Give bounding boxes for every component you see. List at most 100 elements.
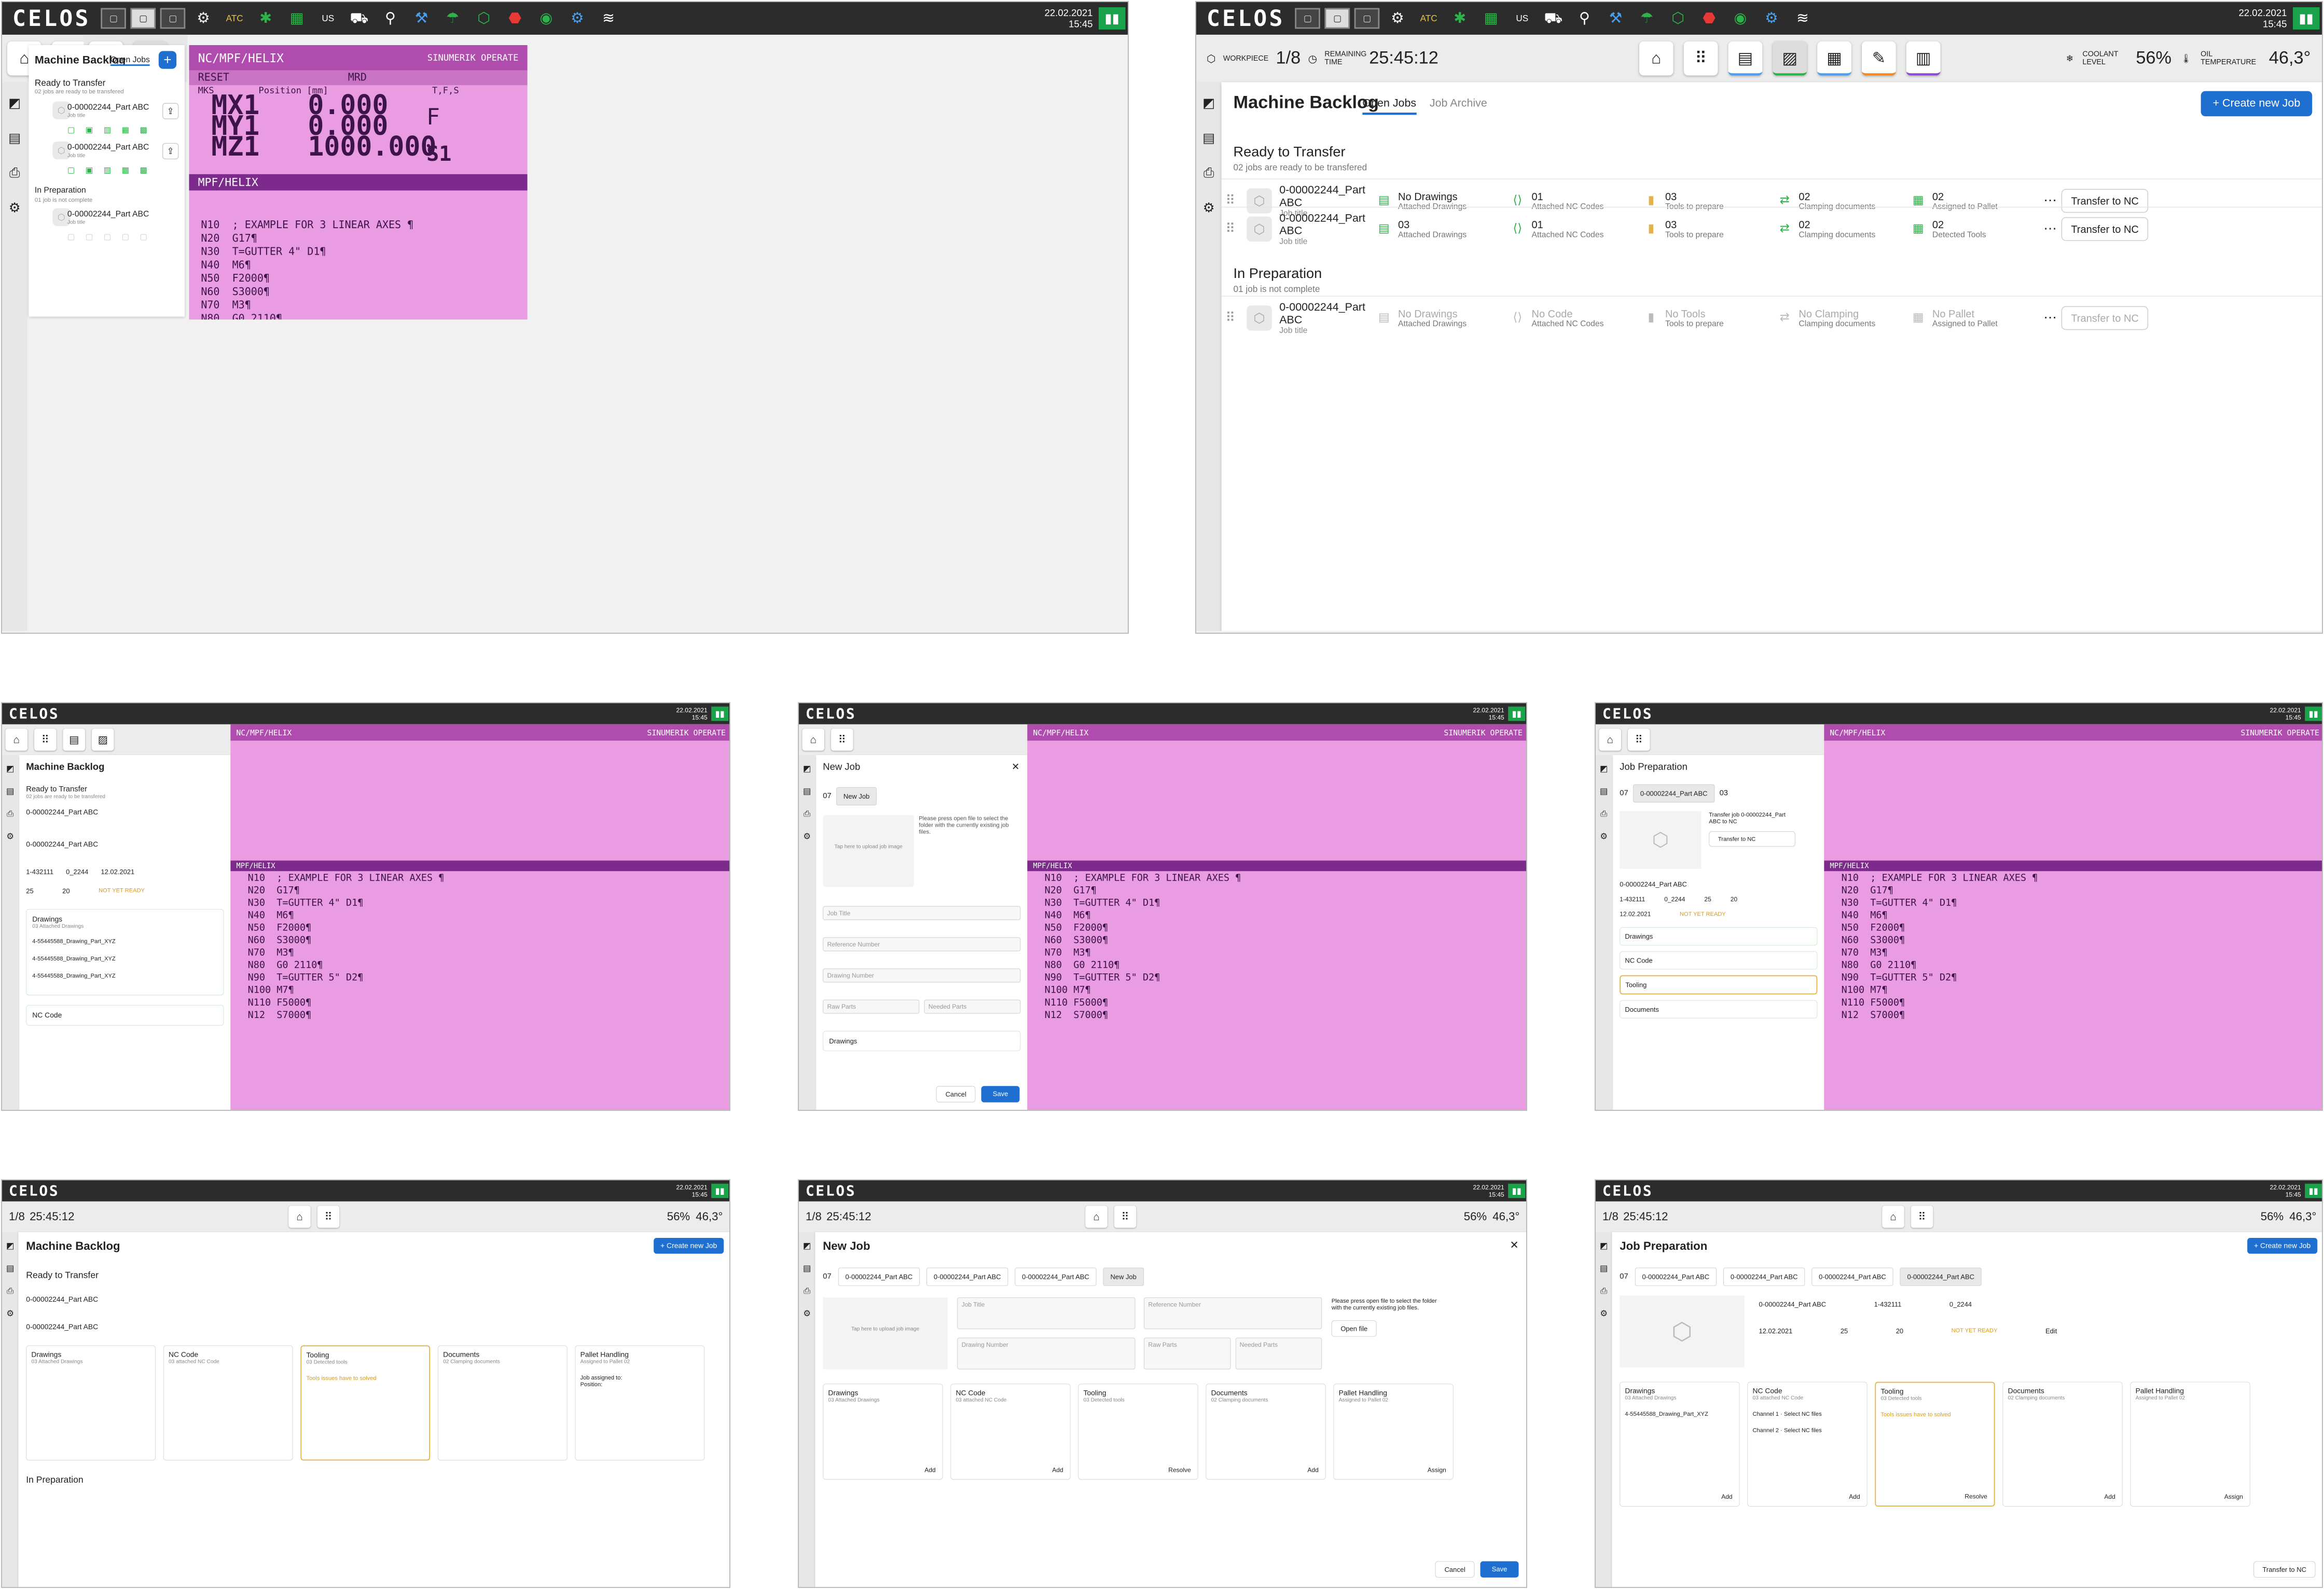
- create-job-button[interactable]: + Create new Job: [2201, 91, 2313, 117]
- documents-section[interactable]: Documents: [1620, 1000, 1818, 1019]
- rail-jobs-icon[interactable]: ▤: [6, 786, 15, 796]
- create-job-button[interactable]: + Create new Job: [654, 1238, 724, 1254]
- close-icon[interactable]: ✕: [1012, 761, 1020, 773]
- add-button[interactable]: Add: [1307, 1466, 1318, 1473]
- drawings-section[interactable]: Drawings: [823, 1030, 1021, 1051]
- home-button[interactable]: ⌂: [802, 729, 825, 751]
- raw-parts-field[interactable]: Raw Parts: [1144, 1337, 1231, 1370]
- add-button[interactable]: Add: [1849, 1493, 1860, 1500]
- close-icon[interactable]: ✕: [1510, 1239, 1518, 1251]
- side-job-row-3[interactable]: ⬡ 0-00002244_Part ABC Job title ▢▢▢▢▢: [35, 208, 178, 244]
- apps-grid-button[interactable]: ⠿: [1683, 41, 1718, 76]
- drag-handle-icon[interactable]: ⠿: [1222, 221, 1239, 236]
- home-button[interactable]: ⌂: [1639, 41, 1673, 76]
- open-file-button[interactable]: Open file: [1331, 1320, 1377, 1337]
- add-job-button[interactable]: +: [158, 51, 177, 69]
- resolve-button[interactable]: Resolve: [1168, 1466, 1191, 1473]
- drawing-file[interactable]: 4-55445588_Drawing_Part_XYZ: [32, 972, 217, 979]
- drag-handle-icon[interactable]: ⠿: [1222, 193, 1239, 208]
- transfer-to-nc-button[interactable]: Transfer to NC: [2061, 305, 2149, 330]
- tooling-tile[interactable]: Tooling 03 Detected tools Tools issues hav…: [300, 1345, 431, 1461]
- app-calculator-button[interactable]: ▦: [1817, 41, 1851, 76]
- nc-code-section[interactable]: NC Code: [26, 1005, 224, 1026]
- home-button[interactable]: ⌂: [288, 1206, 311, 1228]
- apps-grid-button[interactable]: ⠿: [1911, 1206, 1933, 1228]
- job-title-field[interactable]: Job Title: [957, 1297, 1136, 1329]
- more-icon[interactable]: ⋯: [2043, 310, 2061, 326]
- mode-button-2[interactable]: ▢: [130, 8, 156, 29]
- rail-dashboard-icon[interactable]: ◩: [8, 95, 21, 111]
- transfer-icon[interactable]: ⇪: [162, 103, 179, 119]
- rail-settings-icon[interactable]: ⚙: [6, 831, 14, 841]
- app-table-button[interactable]: ▥: [1906, 41, 1941, 76]
- add-button[interactable]: Add: [924, 1466, 935, 1473]
- rail-printer-icon[interactable]: ⎙: [7, 809, 13, 819]
- app-machine-button[interactable]: ▨: [1773, 41, 1807, 76]
- add-button[interactable]: Add: [1721, 1493, 1732, 1500]
- rail-printer-icon[interactable]: ⎙: [9, 165, 20, 181]
- job-title[interactable]: 0-00002244_Part ABC: [26, 809, 224, 817]
- pallet-tile[interactable]: Pallet Handling Assigned to Pallet 02 Job …: [575, 1345, 705, 1461]
- machine-icon[interactable]: ⚙: [190, 7, 216, 30]
- rail-dashboard-icon[interactable]: ◩: [6, 764, 15, 774]
- side-job-row-2[interactable]: ⬡ 0-00002244_Part ABC Job title ▢▣▥▦▩ ⇪: [35, 141, 179, 177]
- apps-grid-button[interactable]: ⠿: [1627, 729, 1650, 751]
- nc-code-tile[interactable]: NC Code 03 attached NC Code: [163, 1345, 293, 1461]
- resolve-button[interactable]: Resolve: [1965, 1493, 1987, 1500]
- job-row[interactable]: ⠿ ⬡ 0-00002244_Part ABC Job title ▤ 03 Attache…: [1221, 206, 2322, 250]
- rail-settings-icon[interactable]: ⚙: [9, 200, 21, 216]
- tooling-section[interactable]: Tooling: [1620, 975, 1818, 995]
- job-row[interactable]: ⠿ ⬡ 0-00002244_Part ABC Job title ▤ No Drawin…: [1221, 296, 2322, 339]
- more-icon[interactable]: ⋯: [2043, 193, 2061, 208]
- drawing-number-field[interactable]: Drawing Number: [823, 968, 1021, 983]
- needed-parts-field[interactable]: Needed Parts: [1235, 1337, 1322, 1370]
- rail-printer-icon[interactable]: ⎙: [1204, 165, 1214, 181]
- raw-parts-field[interactable]: Raw Parts: [823, 999, 920, 1014]
- create-job-button[interactable]: + Create new Job: [2247, 1238, 2318, 1254]
- more-icon[interactable]: ⋯: [2043, 221, 2061, 236]
- mode-button-1[interactable]: ▢: [1295, 8, 1321, 29]
- transfer-to-nc-button[interactable]: Transfer to NC: [1709, 831, 1795, 847]
- select-nc-files-button[interactable]: Select NC files: [1784, 1411, 1822, 1417]
- assign-button[interactable]: Assign: [1428, 1466, 1446, 1473]
- drawing-file[interactable]: 4-55445588_Drawing_Part_XYZ: [32, 955, 217, 962]
- nc-code-section[interactable]: NC Code: [1620, 951, 1818, 970]
- drawings-section[interactable]: Drawings 03 Attached Drawings 4-55445588…: [26, 909, 224, 996]
- mode-button-3[interactable]: ▢: [160, 8, 186, 29]
- cancel-button[interactable]: Cancel: [1435, 1561, 1475, 1578]
- drawing-file[interactable]: 4-55445588_Drawing_Part_XYZ: [32, 938, 217, 944]
- add-button[interactable]: Add: [1052, 1466, 1063, 1473]
- tab-open-jobs[interactable]: Open Jobs: [110, 55, 150, 66]
- home-button[interactable]: ⌂: [1599, 729, 1622, 751]
- transfer-to-nc-button[interactable]: Transfer to NC: [2061, 217, 2149, 241]
- app-backlog-button[interactable]: ▤: [63, 729, 86, 751]
- reference-number-field[interactable]: Reference Number: [1144, 1297, 1322, 1329]
- select-nc-files-button[interactable]: Select NC files: [1784, 1427, 1822, 1433]
- selected-job-chip[interactable]: 0-00002244_Part ABC: [1900, 1267, 1982, 1286]
- rail-jobs-icon[interactable]: ▤: [8, 130, 21, 146]
- new-job-chip[interactable]: New Job: [1103, 1267, 1144, 1286]
- job-title-field[interactable]: Job Title: [823, 906, 1021, 921]
- mode-button-1[interactable]: ▢: [101, 8, 127, 29]
- rail-jobs-icon[interactable]: ▤: [1202, 130, 1215, 146]
- app-machine-button[interactable]: ▨: [91, 729, 114, 751]
- drawings-section[interactable]: Drawings: [1620, 927, 1818, 946]
- upload-image-area[interactable]: Tap here to upload job image: [823, 1297, 948, 1370]
- drag-handle-icon[interactable]: ⠿: [1222, 310, 1239, 326]
- drawing-number-field[interactable]: Drawing Number: [957, 1337, 1136, 1370]
- upload-image-area[interactable]: Tap here to upload job image: [823, 815, 914, 887]
- mode-button-2[interactable]: ▢: [1324, 8, 1350, 29]
- edit-button[interactable]: Edit: [2045, 1327, 2057, 1335]
- apps-grid-button[interactable]: ⠿: [34, 729, 57, 751]
- cancel-button[interactable]: Cancel: [936, 1086, 976, 1103]
- needed-parts-field[interactable]: Needed Parts: [924, 999, 1021, 1014]
- reference-number-field[interactable]: Reference Number: [823, 937, 1021, 952]
- mode-button-3[interactable]: ▢: [1354, 8, 1380, 29]
- add-button[interactable]: Add: [2104, 1493, 2115, 1500]
- save-button[interactable]: Save: [1480, 1561, 1519, 1578]
- rail-settings-icon[interactable]: ⚙: [1203, 200, 1215, 216]
- home-button[interactable]: ⌂: [1882, 1206, 1904, 1228]
- save-button[interactable]: Save: [981, 1086, 1020, 1103]
- apps-grid-button[interactable]: ⠿: [1114, 1206, 1137, 1228]
- drawings-tile[interactable]: Drawings 03 Attached Drawings: [26, 1345, 156, 1461]
